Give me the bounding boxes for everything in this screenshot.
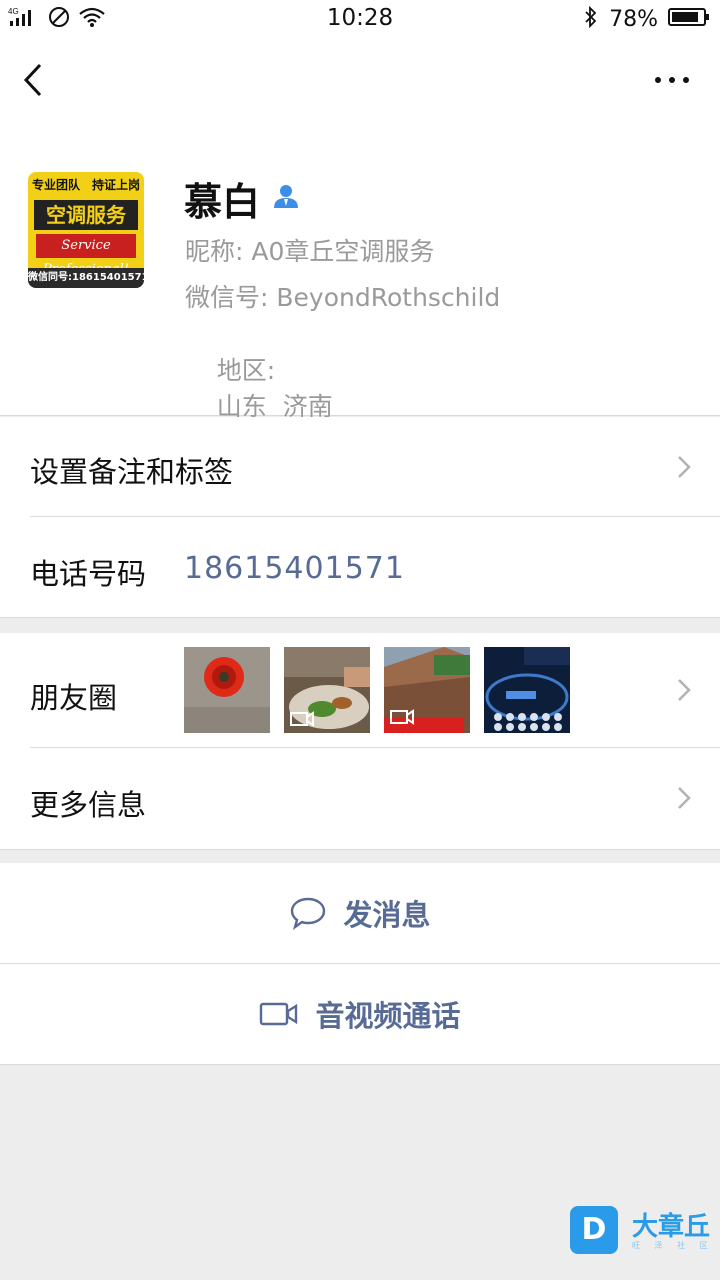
chevron-right-icon <box>678 679 691 701</box>
red-cup-image <box>184 647 270 733</box>
bluetooth-icon <box>583 5 599 32</box>
avatar-text-right: 持证上岗 <box>91 178 140 192</box>
section-border <box>0 1064 720 1065</box>
region-label: 地区: <box>216 356 276 385</box>
nickname-line: 昵称: A0章丘空调服务 <box>185 232 434 268</box>
avatar-top-text: 专业团队 持证上岗 <box>28 176 144 193</box>
more-info-row[interactable]: 更多信息 <box>0 748 720 848</box>
status-right: 78% <box>583 5 710 32</box>
avatar[interactable]: 专业团队 持证上岗 空调服务 Service Professional! 微信同… <box>28 172 144 288</box>
send-message-label: 发消息 <box>343 898 431 932</box>
battery-percentage: 78% <box>609 6 658 32</box>
battery-icon <box>668 6 710 32</box>
remarks-tags-row[interactable]: 设置备注和标签 <box>0 417 720 517</box>
building-video-image <box>384 647 470 733</box>
section-border <box>0 849 720 850</box>
moment-thumbnail[interactable] <box>284 647 370 733</box>
phone-label: 电话号码 <box>30 557 147 591</box>
wechat-id-line: 微信号: BeyondRothschild <box>185 278 500 314</box>
nav-bar <box>0 38 720 124</box>
watermark-badge: D <box>570 1206 618 1254</box>
nickname-value: A0章丘空调服务 <box>251 237 435 266</box>
status-bar: 4G 10:28 78% <box>0 0 720 38</box>
display-name: 慕白 <box>184 179 261 224</box>
chevron-right-icon <box>678 787 691 809</box>
name-row: 慕白 <box>184 172 300 224</box>
moments-row[interactable]: 朋友圈 <box>0 633 720 747</box>
moments-label: 朋友圈 <box>30 681 118 715</box>
nickname-label: 昵称: <box>185 237 244 266</box>
more-dots-icon <box>655 77 689 83</box>
person-icon <box>272 182 300 214</box>
send-message-button[interactable]: 发消息 <box>0 863 720 963</box>
avatar-sub-text: Service Professional! <box>36 234 136 277</box>
section-border <box>0 617 720 618</box>
avatar-main-text: 空调服务 <box>34 200 138 230</box>
avatar-text-left: 专业团队 <box>32 178 81 192</box>
watermark-brand: 大章丘 <box>632 1212 711 1242</box>
watermark-sub: 旺 泽 社 区 <box>632 1241 714 1250</box>
contact-details-card: 设置备注和标签 电话号码 18615401571 <box>0 417 720 618</box>
video-call-button[interactable]: 音视频通话 <box>0 964 720 1064</box>
back-button[interactable] <box>18 60 54 100</box>
keypad-poster-image <box>484 647 570 733</box>
profile-section: 专业团队 持证上岗 空调服务 Service Professional! 微信同… <box>0 124 720 421</box>
moment-thumbnail[interactable] <box>384 647 470 733</box>
moments-card: 朋友圈 更多信息 <box>0 633 720 849</box>
phone-number-link[interactable]: 18615401571 <box>184 551 405 586</box>
avatar-bottom-text: 微信同号:18615401571 <box>28 268 144 288</box>
more-options-button[interactable] <box>652 68 692 92</box>
moment-thumbnail[interactable] <box>484 647 570 733</box>
wechat-id-value: BeyondRothschild <box>276 283 501 312</box>
moment-thumbnail[interactable] <box>184 647 270 733</box>
back-arrow-icon <box>23 63 42 97</box>
remarks-tags-label: 设置备注和标签 <box>30 455 234 489</box>
wechat-id-label: 微信号: <box>185 283 269 312</box>
moments-thumbnails <box>184 647 570 733</box>
chevron-right-icon <box>678 456 691 478</box>
video-call-label: 音视频通话 <box>315 999 461 1033</box>
phone-row: 电话号码 18615401571 <box>0 517 720 617</box>
watermark-logo: D 大章丘 旺 泽 社 区 <box>570 1206 720 1262</box>
video-camera-icon <box>260 1002 298 1026</box>
chat-bubble-icon <box>291 897 326 930</box>
food-video-image <box>284 647 370 733</box>
more-info-label: 更多信息 <box>30 788 147 822</box>
